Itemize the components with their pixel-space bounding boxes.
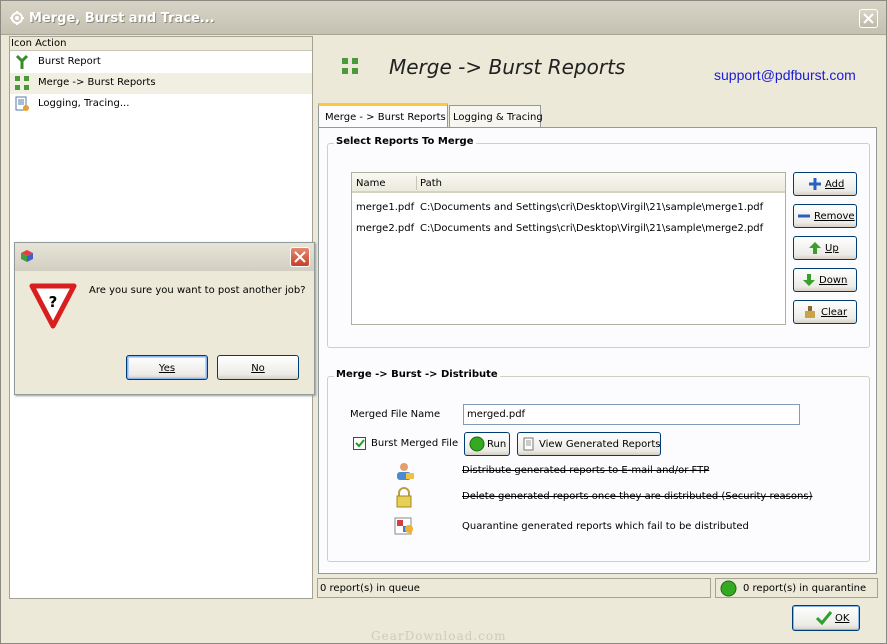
clear-button-label: Clear bbox=[821, 307, 848, 318]
tab-label: Logging & Tracing bbox=[453, 112, 543, 123]
burst-icon bbox=[15, 54, 29, 69]
dialog-title-bar[interactable] bbox=[15, 243, 314, 271]
quarantine-icon bbox=[394, 517, 413, 535]
checkmark-icon bbox=[355, 439, 365, 448]
app-cube-icon bbox=[21, 250, 33, 262]
svg-text:?: ? bbox=[49, 293, 58, 311]
row-path: C:\Documents and Settings\cri\Desktop\Vi… bbox=[420, 223, 764, 234]
arrow-down-icon bbox=[803, 274, 815, 286]
down-button-label: Down bbox=[819, 275, 848, 286]
window-close-button[interactable] bbox=[859, 9, 878, 28]
row-name: merge1.pdf bbox=[356, 202, 415, 213]
table-row[interactable]: merge1.pdf C:\Documents and Settings\cri… bbox=[352, 197, 785, 218]
down-button[interactable]: Down bbox=[793, 268, 857, 292]
up-button-label: Up bbox=[825, 243, 839, 254]
status-bar: 0 report(s) in queue 0 report(s) in quar… bbox=[317, 578, 878, 598]
plus-icon bbox=[809, 178, 821, 190]
warning-question-icon: ? bbox=[29, 283, 77, 329]
quarantine-status-text: 0 report(s) in quarantine bbox=[743, 583, 867, 594]
page-title: Merge -> Burst Reports bbox=[389, 55, 626, 79]
queue-status: 0 report(s) in queue bbox=[317, 578, 711, 598]
row-name: merge2.pdf bbox=[356, 223, 415, 234]
watermark: GearDownload.com bbox=[371, 629, 507, 643]
merged-file-input[interactable]: merged.pdf bbox=[463, 404, 800, 425]
quarantine-option-text: Quarantine generated reports which fail … bbox=[462, 521, 749, 532]
delete-option-text: Delete generated reports once they are d… bbox=[462, 491, 813, 502]
action-list-header: Icon Action bbox=[10, 37, 312, 51]
lock-icon bbox=[396, 487, 412, 508]
window-title: Merge, Burst and Trace... bbox=[29, 11, 215, 26]
column-divider[interactable] bbox=[416, 176, 417, 190]
add-button-label: Add bbox=[825, 179, 845, 190]
document-icon bbox=[523, 437, 534, 451]
view-reports-label: View Generated Reports bbox=[539, 439, 661, 450]
no-button-label: No bbox=[251, 363, 265, 374]
checkmark-icon bbox=[816, 611, 832, 625]
ok-button-label: OK bbox=[835, 613, 850, 624]
column-header-path[interactable]: Path bbox=[420, 178, 442, 189]
merged-file-label: Merged File Name bbox=[350, 409, 441, 420]
merge-icon bbox=[15, 76, 29, 90]
add-button[interactable]: Add bbox=[793, 172, 857, 196]
merge-icon bbox=[342, 58, 358, 74]
table-header: Name Path bbox=[352, 173, 785, 193]
run-button[interactable]: Run bbox=[464, 432, 510, 456]
close-icon bbox=[863, 13, 874, 24]
action-item-merge-burst[interactable]: Merge -> Burst Reports bbox=[10, 73, 312, 94]
action-item-burst-report[interactable]: Burst Report bbox=[10, 52, 312, 73]
no-button[interactable]: No bbox=[217, 355, 299, 380]
group-title: Merge -> Burst -> Distribute bbox=[334, 369, 500, 380]
yes-button[interactable]: Yes bbox=[126, 355, 208, 380]
close-icon bbox=[294, 251, 306, 263]
run-button-label: Run bbox=[487, 439, 507, 450]
dialog-close-button[interactable] bbox=[290, 247, 310, 267]
ok-button[interactable]: OK bbox=[792, 605, 860, 631]
burst-merged-checkbox[interactable] bbox=[353, 437, 366, 450]
queue-status-text: 0 report(s) in queue bbox=[320, 583, 420, 594]
action-list-header-label: Icon Action bbox=[11, 38, 67, 49]
dialog-message: Are you sure you want to post another jo… bbox=[89, 285, 306, 296]
users-email-icon bbox=[397, 463, 414, 480]
log-icon bbox=[15, 96, 29, 111]
tab-logging-tracing[interactable]: Logging & Tracing bbox=[449, 105, 543, 127]
view-generated-reports-button[interactable]: View Generated Reports bbox=[517, 432, 661, 456]
tab-merge-burst[interactable]: Merge - > Burst Reports bbox=[318, 103, 448, 127]
column-header-name[interactable]: Name bbox=[356, 178, 386, 189]
run-icon bbox=[469, 436, 485, 452]
distribute-option-text: Distribute generated reports to E-mail a… bbox=[462, 465, 710, 476]
action-item-logging[interactable]: Logging, Tracing... bbox=[10, 94, 312, 115]
quarantine-status: 0 report(s) in quarantine bbox=[715, 578, 878, 598]
remove-button[interactable]: Remove bbox=[793, 204, 857, 228]
title-bar: Merge, Burst and Trace... bbox=[1, 1, 886, 35]
remove-button-label: Remove bbox=[814, 211, 855, 222]
action-item-label: Burst Report bbox=[38, 56, 101, 67]
group-title: Select Reports To Merge bbox=[334, 136, 476, 147]
status-light-icon bbox=[720, 580, 737, 597]
action-item-label: Logging, Tracing... bbox=[38, 98, 130, 109]
row-path: C:\Documents and Settings\cri\Desktop\Vi… bbox=[420, 202, 764, 213]
table-row[interactable]: merge2.pdf C:\Documents and Settings\cri… bbox=[352, 218, 785, 239]
arrow-up-icon bbox=[809, 242, 821, 254]
tab-label: Merge - > Burst Reports bbox=[325, 112, 446, 123]
gear-icon bbox=[10, 11, 24, 25]
confirm-dialog: ? Are you sure you want to post another … bbox=[14, 242, 315, 395]
support-email-link[interactable]: support@pdfburst.com bbox=[714, 67, 856, 83]
minus-icon bbox=[798, 214, 810, 218]
yes-button-label: Yes bbox=[158, 363, 176, 374]
burst-merged-label: Burst Merged File bbox=[371, 438, 459, 449]
up-button[interactable]: Up bbox=[793, 236, 857, 260]
reports-table[interactable]: Name Path merge1.pdf C:\Documents and Se… bbox=[351, 172, 786, 325]
main-window: Merge, Burst and Trace... Icon Action Bu… bbox=[0, 0, 887, 644]
action-item-label: Merge -> Burst Reports bbox=[38, 77, 156, 88]
clear-button[interactable]: Clear bbox=[793, 300, 857, 324]
broom-icon bbox=[805, 306, 815, 318]
